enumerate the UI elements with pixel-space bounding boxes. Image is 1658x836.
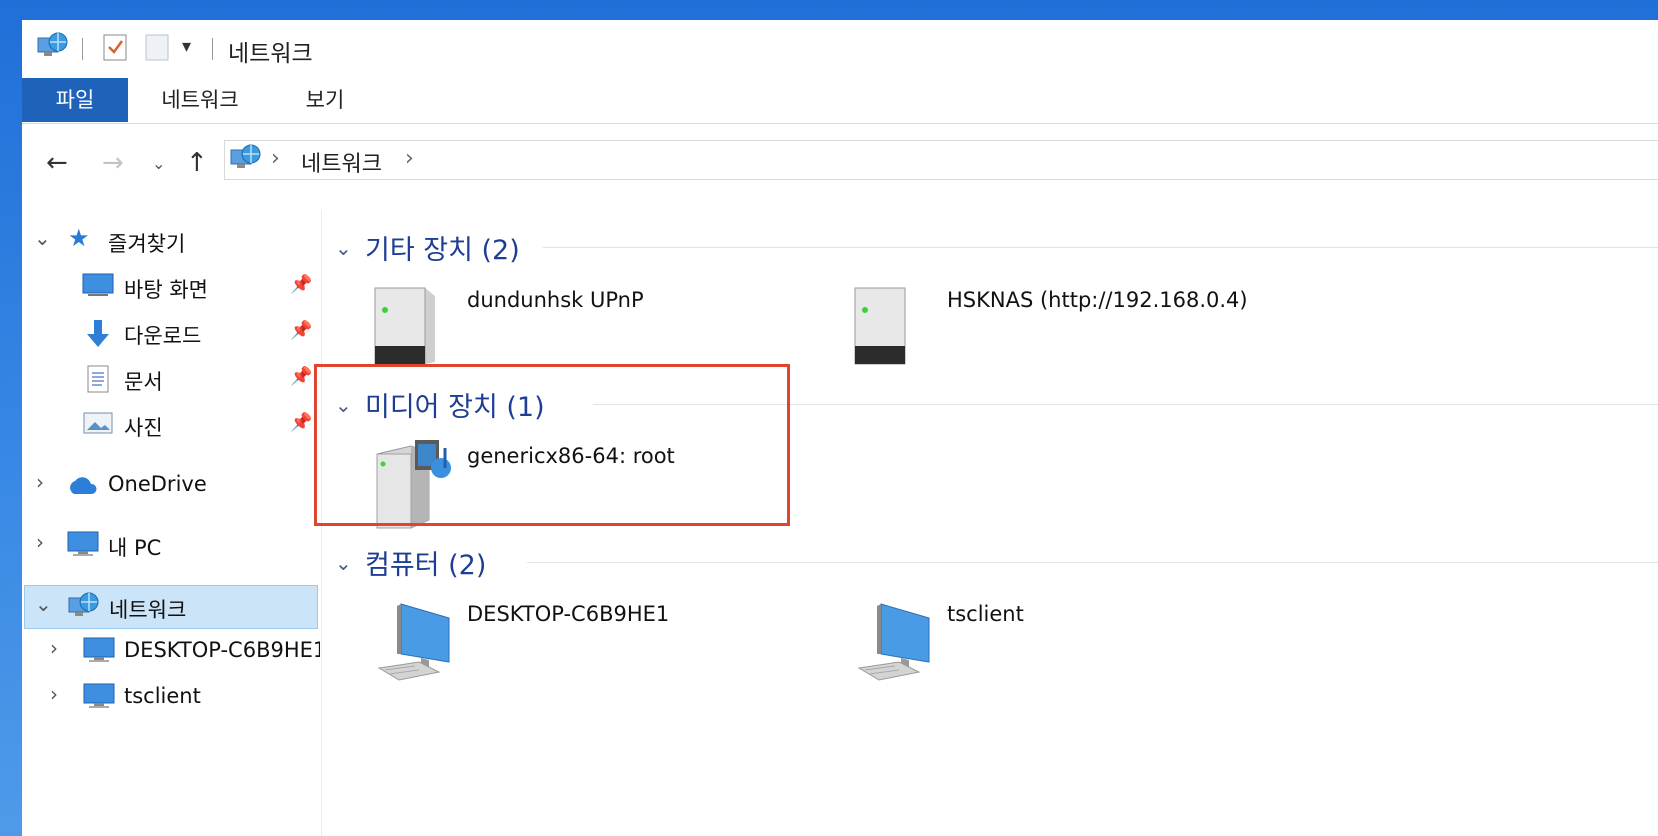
forward-arrow-icon[interactable]: → xyxy=(102,148,124,178)
sidebar-item-quick-access[interactable]: ⌄ ★ 즐겨찾기 xyxy=(22,220,318,264)
up-arrow-icon[interactable]: ↑ xyxy=(186,148,208,178)
title-bar: ▾ 네트워크 xyxy=(22,20,1658,76)
breadcrumb-separator-icon[interactable]: › xyxy=(271,146,280,171)
network-icon xyxy=(229,144,263,178)
sidebar-item-label: 바탕 화면 xyxy=(124,278,208,302)
pin-icon: 📌 xyxy=(290,320,313,341)
media-server-icon xyxy=(371,438,461,534)
sidebar-item-label: tsclient xyxy=(124,684,201,708)
sidebar-item-label: OneDrive xyxy=(108,472,207,496)
toolbar-separator xyxy=(82,38,83,60)
sidebar-item-label: 즐겨찾기 xyxy=(108,232,186,256)
ribbon-tabs: 파일 네트워크 보기 xyxy=(22,78,1658,124)
computer-icon xyxy=(82,682,116,715)
sidebar-item-downloads[interactable]: 다운로드 📌 xyxy=(22,312,318,356)
sidebar-item-label: 사진 xyxy=(124,416,163,440)
group-header-other-devices[interactable]: ⌄ 기타 장치 (2) xyxy=(327,228,1658,268)
sidebar-item-label: 네트워크 xyxy=(109,598,187,622)
chevron-down-icon[interactable]: ⌄ xyxy=(35,592,52,616)
recent-locations-chevron-icon[interactable]: ⌄ xyxy=(152,154,165,173)
pin-icon: 📌 xyxy=(290,274,313,295)
computer-label: DESKTOP-C6B9HE1 xyxy=(467,602,670,626)
content-pane: ⌄ 기타 장치 (2) dundunhsk UPnP HSKNAS (http:… xyxy=(327,210,1658,836)
sidebar-item-label: 문서 xyxy=(124,370,163,394)
tab-view[interactable]: 보기 xyxy=(284,78,366,122)
breadcrumb-chevron-icon[interactable]: › xyxy=(405,146,414,171)
sidebar-item-onedrive[interactable]: › OneDrive xyxy=(22,464,318,508)
pin-icon: 📌 xyxy=(290,412,313,433)
picture-icon xyxy=(82,410,114,441)
computer-tile-tsclient[interactable]: tsclient xyxy=(851,596,1291,696)
desktop-icon xyxy=(82,272,114,303)
sidebar-item-this-pc[interactable]: › 내 PC xyxy=(22,524,318,568)
server-device-icon xyxy=(851,282,921,370)
network-icon xyxy=(36,32,70,66)
server-device-icon xyxy=(371,282,441,370)
customize-toolbar-dropdown-icon[interactable]: ▾ xyxy=(182,36,191,57)
tab-file[interactable]: 파일 xyxy=(22,78,128,122)
navigation-pane: ⌄ ★ 즐겨찾기 바탕 화면 📌 다운로드 📌 문서 📌 사진 📌 › OneD… xyxy=(22,210,322,836)
chevron-down-icon[interactable]: ⌄ xyxy=(335,236,352,260)
device-label: dundunhsk UPnP xyxy=(467,288,644,312)
device-tile-genericx86-64-root[interactable]: genericx86-64: root xyxy=(371,438,791,538)
chevron-right-icon[interactable]: › xyxy=(50,636,58,660)
chevron-down-icon[interactable]: ⌄ xyxy=(335,393,352,417)
device-label: HSKNAS (http://192.168.0.4) xyxy=(947,288,1248,312)
group-title: 기타 장치 (2) xyxy=(365,235,520,266)
chevron-right-icon[interactable]: › xyxy=(50,682,58,706)
new-folder-icon[interactable] xyxy=(144,32,170,66)
computer-tile-desktop-c6b9he1[interactable]: DESKTOP-C6B9HE1 xyxy=(371,596,811,696)
chevron-down-icon[interactable]: ⌄ xyxy=(34,226,51,250)
properties-icon[interactable] xyxy=(102,32,128,66)
sidebar-item-label: DESKTOP-C6B9HE1 xyxy=(124,638,320,662)
window-title: 네트워크 xyxy=(228,41,313,67)
file-explorer-window: ▾ 네트워크 파일 네트워크 보기 ← → ⌄ ↑ › 네트워크 › ⌄ ★ 즐… xyxy=(22,20,1658,836)
sidebar-item-network[interactable]: ⌄ 네트워크 xyxy=(24,585,318,629)
group-divider xyxy=(527,562,1658,563)
group-divider xyxy=(543,247,1658,248)
device-label: genericx86-64: root xyxy=(467,444,675,468)
cloud-icon xyxy=(66,474,98,501)
computer-icon xyxy=(66,530,100,563)
device-tile-dundunhsk-upnp[interactable]: dundunhsk UPnP xyxy=(371,282,811,382)
group-divider xyxy=(593,404,1658,405)
chevron-right-icon[interactable]: › xyxy=(36,470,44,494)
chevron-down-icon[interactable]: ⌄ xyxy=(335,551,352,575)
computer-icon xyxy=(82,636,116,669)
chevron-right-icon[interactable]: › xyxy=(36,530,44,554)
sidebar-item-desktop-c6b9he1[interactable]: › DESKTOP-C6B9HE1 xyxy=(22,630,320,674)
device-tile-hsknas[interactable]: HSKNAS (http://192.168.0.4) xyxy=(851,282,1331,382)
sidebar-item-desktop[interactable]: 바탕 화면 📌 xyxy=(22,266,318,310)
pin-icon: 📌 xyxy=(290,366,313,387)
sidebar-item-pictures[interactable]: 사진 📌 xyxy=(22,404,318,448)
breadcrumb-network[interactable]: 네트워크 xyxy=(301,146,382,178)
star-icon: ★ xyxy=(68,224,90,252)
network-icon xyxy=(67,592,101,627)
toolbar-separator xyxy=(212,38,213,60)
sidebar-item-label: 내 PC xyxy=(108,536,162,560)
sidebar-item-documents[interactable]: 문서 📌 xyxy=(22,358,318,402)
computer-label: tsclient xyxy=(947,602,1024,626)
group-header-computers[interactable]: ⌄ 컴퓨터 (2) xyxy=(327,543,1658,583)
desktop-computer-icon xyxy=(851,596,939,688)
navigation-bar: ← → ⌄ ↑ › 네트워크 › xyxy=(22,140,1658,194)
desktop-computer-icon xyxy=(371,596,459,688)
document-icon xyxy=(86,364,110,399)
sidebar-item-tsclient[interactable]: › tsclient xyxy=(22,676,318,720)
tab-network[interactable]: 네트워크 xyxy=(138,78,262,122)
group-title: 컴퓨터 (2) xyxy=(365,550,487,581)
address-bar[interactable]: › 네트워크 › xyxy=(224,140,1658,180)
download-arrow-icon xyxy=(84,318,112,355)
group-header-media-devices[interactable]: ⌄ 미디어 장치 (1) xyxy=(327,385,1658,425)
group-title: 미디어 장치 (1) xyxy=(365,392,545,423)
back-arrow-icon[interactable]: ← xyxy=(46,148,68,178)
sidebar-item-label: 다운로드 xyxy=(124,324,202,348)
